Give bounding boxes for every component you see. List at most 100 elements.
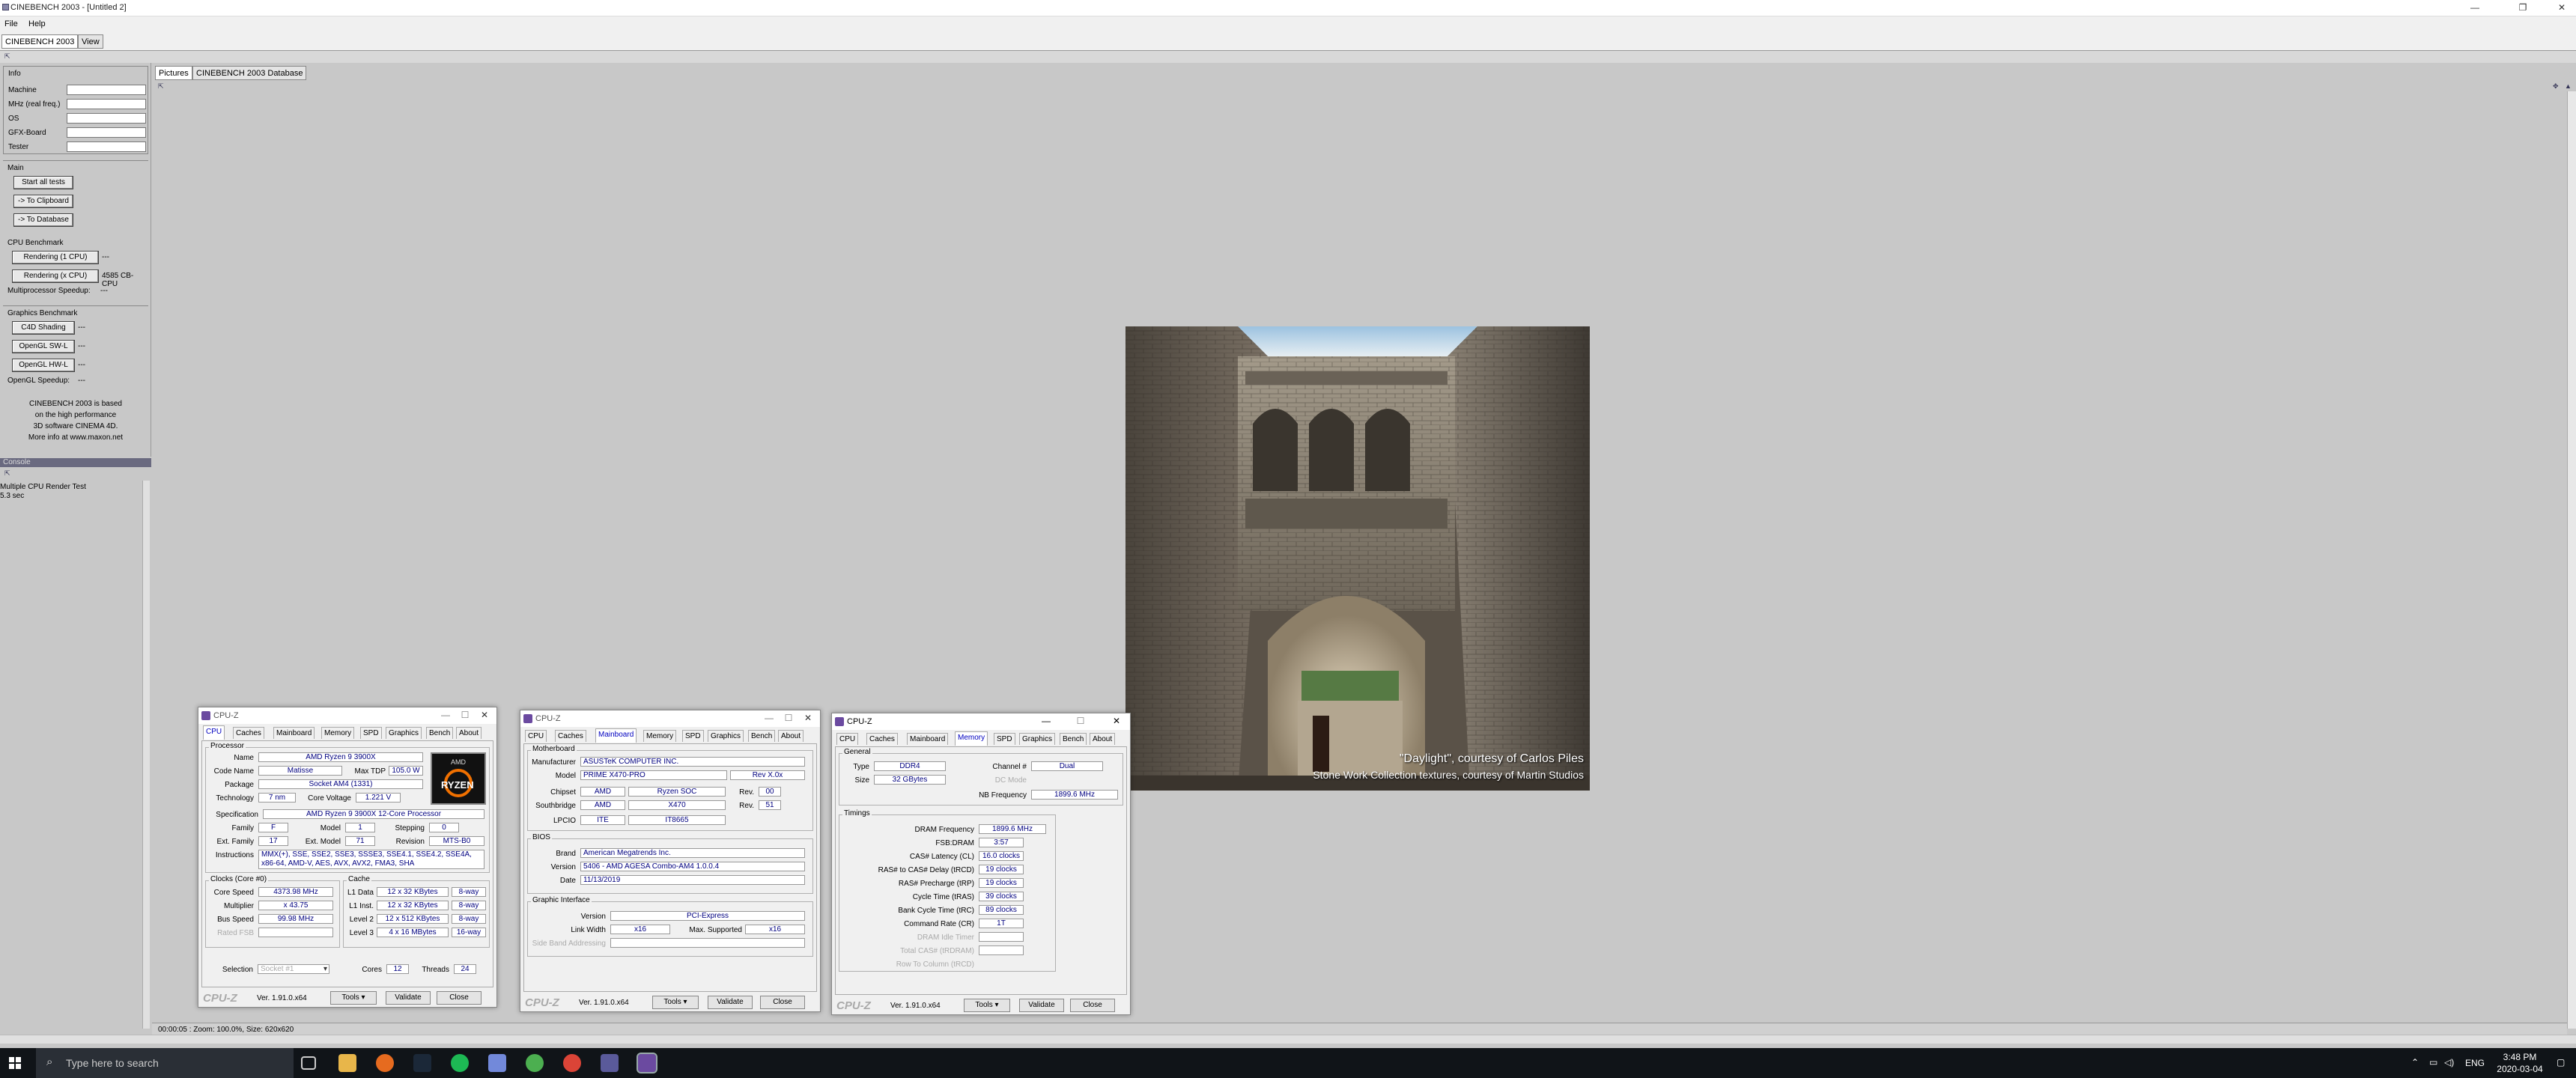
mhz-field[interactable] [67,99,146,109]
spotify-icon[interactable] [451,1054,469,1072]
cpuz-minimize-button[interactable]: — [762,713,777,723]
task-view-icon[interactable] [301,1056,316,1070]
tab-memory[interactable]: Memory [955,731,988,746]
tab-graphics[interactable]: Graphics [1019,733,1056,745]
to-clipboard-button[interactable]: -> To Clipboard [13,195,73,208]
arrow-up-icon[interactable]: ▲ [2565,83,2574,90]
os-field[interactable] [67,113,146,124]
validate-button[interactable]: Validate [1019,999,1064,1012]
tab-cpu[interactable]: CPU [836,733,859,745]
tools-button[interactable]: Tools ▾ [652,996,699,1009]
cpuz-taskbar-icon[interactable] [637,1053,657,1074]
tab-caches[interactable]: Caches [555,730,586,742]
multiplier-value: x 43.75 [258,901,333,910]
tools-button[interactable]: Tools ▾ [964,999,1010,1012]
opengl-hw-value: --- [78,361,85,369]
tab-memory[interactable]: Memory [643,730,677,742]
tab-memory[interactable]: Memory [321,727,355,739]
chevron-up-icon[interactable]: ⌃ [2411,1057,2419,1068]
windows-start-icon[interactable] [9,1057,21,1069]
move-icon[interactable]: ✥ [2553,83,2562,90]
taskbar-search-input[interactable]: ⌕ Type here to search [36,1048,294,1078]
console-scrollbar[interactable] [142,481,150,1029]
tab-spd[interactable]: SPD [360,727,382,739]
cpuz-close-footer-button[interactable]: Close [437,991,482,1005]
app-icon[interactable] [526,1054,544,1072]
network-icon[interactable]: ▭ [2429,1057,2437,1068]
rendering-1cpu-button[interactable]: Rendering (1 CPU) [12,251,99,264]
tab-graphics[interactable]: Graphics [386,727,422,739]
tools-button[interactable]: Tools ▾ [330,991,377,1005]
file-explorer-icon[interactable] [338,1054,356,1072]
tab-caches[interactable]: Caches [866,733,898,745]
tab-database[interactable]: CINEBENCH 2003 Database [192,66,307,80]
selection-dropdown[interactable]: Socket #1 ▾ [258,964,329,974]
southbridge-vendor: AMD [580,800,625,810]
tab-graphics[interactable]: Graphics [708,730,744,742]
to-database-button[interactable]: -> To Database [13,213,73,227]
opengl-sw-button[interactable]: OpenGL SW-L [12,340,75,353]
cpuz-close-button[interactable]: ✕ [477,710,492,720]
right-scrollbar[interactable] [2567,91,2576,1029]
cinebench-taskbar-icon[interactable] [601,1054,619,1072]
volume-icon[interactable]: ◁) [2444,1057,2454,1068]
machine-field[interactable] [67,85,146,95]
chrome-icon[interactable] [563,1054,581,1072]
pin-icon[interactable]: ⇱ [158,83,167,90]
tab-view[interactable]: View [78,34,103,49]
tab-bench[interactable]: Bench [748,730,776,742]
gfx-board-field[interactable] [67,127,146,138]
validate-button[interactable]: Validate [708,996,753,1009]
cpuz-body: General Type DDR4 Channel # Dual Size 32… [835,746,1127,995]
clock-time[interactable]: 3:48 PM [2494,1052,2546,1062]
menu-help[interactable]: Help [28,19,46,28]
start-all-tests-button[interactable]: Start all tests [13,176,73,189]
cpuz-close-footer-button[interactable]: Close [760,996,805,1009]
tab-cinebench[interactable]: CINEBENCH 2003 [1,34,79,49]
pin-icon[interactable]: ⇱ [4,53,13,60]
cpuz-close-button[interactable]: ✕ [801,713,815,723]
menu-file[interactable]: File [4,19,18,28]
rendering-xcpu-button[interactable]: Rendering (x CPU) [12,270,99,283]
window-title: CINEBENCH 2003 - [Untitled 2] [10,3,127,12]
tab-mainboard[interactable]: Mainboard [907,733,949,745]
tab-mainboard[interactable]: Mainboard [595,728,637,743]
tab-bench[interactable]: Bench [1060,733,1087,745]
validate-button[interactable]: Validate [386,991,431,1005]
minimize-button[interactable]: — [2464,2,2486,14]
tester-label: Tester [8,143,29,151]
horizontal-scrollbar[interactable] [0,1035,2576,1044]
cpuz-close-button[interactable]: ✕ [1109,716,1124,726]
opengl-hw-button[interactable]: OpenGL HW-L [12,359,75,372]
maximize-button[interactable]: ❐ [2512,2,2534,14]
tab-about[interactable]: About [778,730,804,742]
l1d-assoc: 8-way [452,887,486,897]
tab-spd[interactable]: SPD [682,730,704,742]
steam-icon[interactable] [413,1054,431,1072]
cpuz-minimize-button[interactable]: — [438,710,453,720]
manufacturer-value: ASUSTeK COMPUTER INC. [580,757,805,767]
tab-bench[interactable]: Bench [426,727,454,739]
clock-date[interactable]: 2020-03-04 [2489,1064,2551,1074]
side-band-value [610,938,805,948]
tab-about[interactable]: About [456,727,482,739]
tab-spd[interactable]: SPD [994,733,1015,745]
tab-pictures[interactable]: Pictures [155,66,192,80]
console-pin-icon[interactable]: ⇱ [4,470,13,477]
tab-caches[interactable]: Caches [233,727,264,739]
language-indicator[interactable]: ENG [2465,1058,2485,1068]
tab-cpu[interactable]: CPU [525,730,547,742]
tab-mainboard[interactable]: Mainboard [273,727,315,739]
close-button[interactable]: ✕ [2551,2,2573,14]
firefox-icon[interactable] [376,1054,394,1072]
tab-cpu[interactable]: CPU [203,725,225,740]
c4d-shading-button[interactable]: C4D Shading [12,321,75,335]
cpuz-minimize-button[interactable]: — [1039,716,1054,726]
cpuz-close-footer-button[interactable]: Close [1070,999,1115,1012]
notification-icon[interactable]: ▢ [2557,1057,2565,1068]
tab-about[interactable]: About [1090,733,1116,745]
graphics-heading: Graphics Benchmark [7,309,78,317]
discord-icon[interactable] [488,1054,506,1072]
rendering-xcpu-value: 4585 CB-CPU [102,272,134,288]
tester-field[interactable] [67,141,146,152]
